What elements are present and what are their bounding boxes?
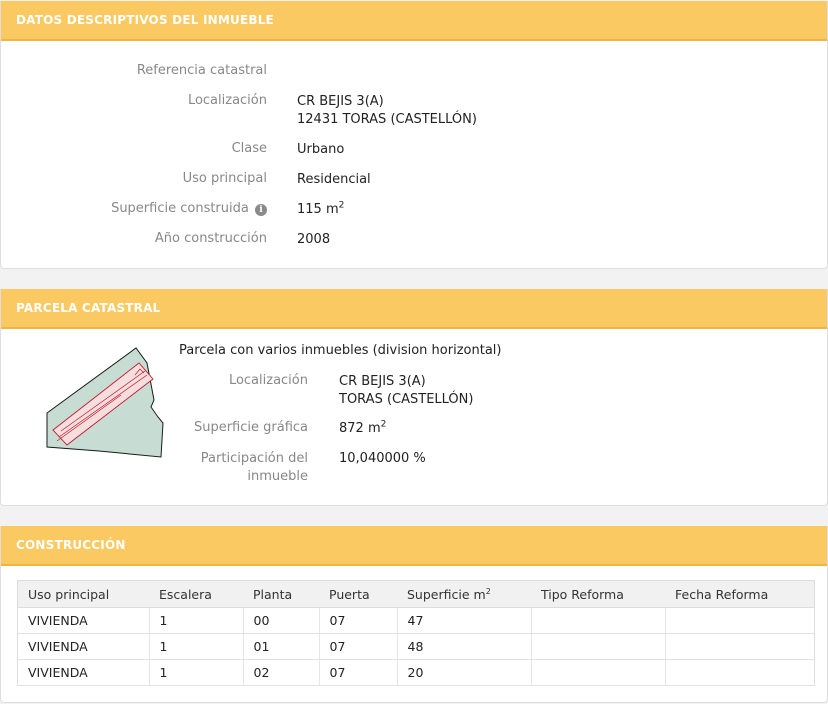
parcel-localizacion-line-1: CR BEJIS 3(A) bbox=[339, 374, 426, 389]
construction-header[interactable]: CONSTRUCCIÓN bbox=[1, 526, 827, 566]
participacion-label: Participación del inmueble bbox=[201, 450, 308, 486]
superficie-label: Superficie construida bbox=[111, 201, 249, 216]
column-header-planta[interactable]: Planta bbox=[243, 580, 319, 608]
table-row: VIVIENDA 1 02 07 20 bbox=[17, 659, 815, 686]
table-row: VIVIENDA 1 01 07 48 bbox=[17, 633, 815, 660]
column-header-uso[interactable]: Uso principal bbox=[17, 580, 149, 608]
parcel-superficie-label: Superficie gráfica bbox=[193, 420, 308, 435]
anio-value: 2008 bbox=[297, 232, 331, 247]
participacion-value: 10,040000 % bbox=[339, 451, 426, 466]
localizacion-label: Localización bbox=[187, 93, 267, 108]
column-header-tipo-reforma[interactable]: Tipo Reforma bbox=[531, 580, 665, 608]
table-row: VIVIENDA 1 00 07 47 bbox=[17, 607, 815, 634]
column-header-escalera[interactable]: Escalera bbox=[149, 580, 243, 608]
parcel-header[interactable]: PARCELA CATASTRAL bbox=[1, 289, 827, 329]
cell-puerta: 07 bbox=[319, 607, 398, 634]
construction-table: Uso principal Escalera Planta Puerta Sup… bbox=[17, 580, 815, 686]
column-header-puerta[interactable]: Puerta bbox=[319, 580, 397, 608]
parcel-localizacion-line-2: TORAS (CASTELLÓN) bbox=[339, 392, 474, 407]
column-header-superficie[interactable]: Superficie m2 bbox=[397, 580, 531, 608]
cell-escalera: 1 bbox=[149, 633, 244, 660]
construction-panel: CONSTRUCCIÓN Uso principal Escalera Plan… bbox=[0, 526, 828, 703]
parcel-localizacion-value: CR BEJIS 3(A) TORAS (CASTELLÓN) bbox=[339, 373, 473, 409]
cell-planta: 02 bbox=[243, 659, 320, 686]
parcel-description: Parcela con varios inmuebles (division h… bbox=[179, 343, 502, 358]
clase-value: Urbano bbox=[297, 142, 345, 157]
superficie-unit-sup: 2 bbox=[338, 200, 345, 211]
uso-value: Residencial bbox=[297, 172, 371, 187]
parcel-superficie-unit-sup: 2 bbox=[380, 419, 387, 430]
column-header-fecha-reforma[interactable]: Fecha Reforma bbox=[665, 580, 815, 608]
cell-tipo-reforma bbox=[531, 633, 666, 660]
cell-superficie: 20 bbox=[397, 659, 532, 686]
cell-uso: VIVIENDA bbox=[17, 607, 150, 634]
superficie-value-wrap: 115 m2 bbox=[297, 201, 344, 219]
referencia-label: Referencia catastral bbox=[136, 63, 267, 78]
cell-planta: 01 bbox=[243, 633, 320, 660]
cell-superficie: 48 bbox=[397, 633, 532, 660]
localizacion-value: CR BEJIS 3(A) 12431 TORAS (CASTELLÓN) bbox=[297, 93, 477, 129]
participacion-label-line-1: Participación del bbox=[200, 451, 308, 466]
cell-superficie: 47 bbox=[397, 607, 532, 634]
parcel-superficie-value-wrap: 872 m2 bbox=[339, 420, 386, 438]
cell-fecha-reforma bbox=[665, 633, 815, 660]
construction-table-header-row: Uso principal Escalera Planta Puerta Sup… bbox=[17, 580, 815, 608]
localizacion-line-1: CR BEJIS 3(A) bbox=[297, 94, 384, 109]
cell-escalera: 1 bbox=[149, 607, 244, 634]
parcel-panel: PARCELA CATASTRAL Parcela con varios inm… bbox=[0, 289, 828, 506]
clase-label: Clase bbox=[231, 141, 267, 156]
anio-label: Año construcción bbox=[154, 231, 267, 246]
cell-puerta: 07 bbox=[319, 633, 398, 660]
cell-fecha-reforma bbox=[665, 659, 815, 686]
cell-planta: 00 bbox=[243, 607, 320, 634]
participacion-label-line-2: inmueble bbox=[247, 469, 308, 484]
cell-uso: VIVIENDA bbox=[17, 659, 150, 686]
cell-puerta: 07 bbox=[319, 659, 398, 686]
localizacion-line-2: 12431 TORAS (CASTELLÓN) bbox=[297, 112, 477, 127]
uso-label: Uso principal bbox=[182, 171, 267, 186]
info-icon[interactable]: i bbox=[255, 204, 267, 216]
superficie-label-wrap: Superficie construida i bbox=[111, 201, 267, 216]
parcel-superficie-value: 872 m bbox=[339, 421, 381, 436]
cell-tipo-reforma bbox=[531, 659, 666, 686]
cell-uso: VIVIENDA bbox=[17, 633, 150, 660]
cell-fecha-reforma bbox=[665, 607, 815, 634]
column-header-superficie-unit-sup: 2 bbox=[485, 586, 491, 596]
descriptive-data-panel: DATOS DESCRIPTIVOS DEL INMUEBLE Referenc… bbox=[0, 1, 828, 269]
parcel-map-image[interactable] bbox=[41, 345, 171, 460]
parcel-localizacion-label: Localización bbox=[228, 373, 308, 388]
cell-tipo-reforma bbox=[531, 607, 666, 634]
superficie-value: 115 m bbox=[297, 202, 339, 217]
column-header-superficie-label: Superficie m bbox=[407, 586, 486, 602]
descriptive-data-header[interactable]: DATOS DESCRIPTIVOS DEL INMUEBLE bbox=[1, 1, 827, 41]
cell-escalera: 1 bbox=[149, 659, 244, 686]
